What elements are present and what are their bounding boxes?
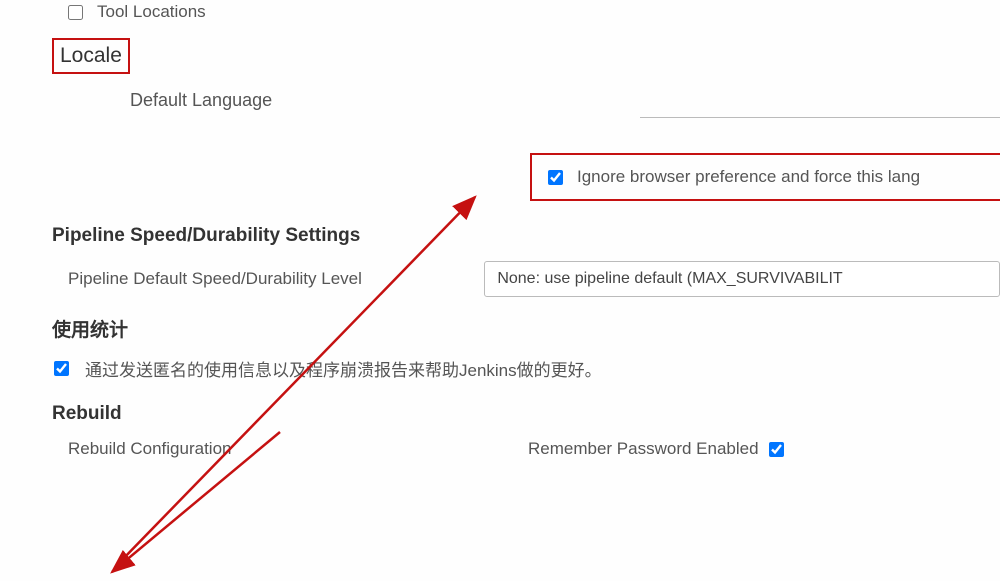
ignore-browser-checkbox[interactable]	[548, 170, 563, 185]
default-language-label: Default Language	[130, 90, 272, 110]
tool-locations-label: Tool Locations	[97, 2, 206, 22]
ignore-browser-highlight: Ignore browser preference and force this…	[530, 153, 1000, 201]
usage-stats-checkbox[interactable]	[54, 361, 69, 376]
rebuild-config-label: Rebuild Configuration	[68, 439, 528, 459]
remember-password-checkbox[interactable]	[769, 442, 784, 457]
default-language-input-extension	[640, 82, 1000, 118]
tool-locations-checkbox[interactable]	[68, 5, 83, 20]
pipeline-level-select[interactable]	[484, 261, 1000, 297]
locale-heading: Locale	[60, 44, 122, 67]
usage-stats-label: 通过发送匿名的使用信息以及程序崩溃报告来帮助Jenkins做的更好。	[85, 356, 602, 381]
ignore-browser-label: Ignore browser preference and force this…	[577, 167, 920, 187]
remember-password-label: Remember Password Enabled	[528, 439, 759, 459]
pipeline-heading: Pipeline Speed/Durability Settings	[52, 225, 1000, 247]
locale-heading-highlight: Locale	[52, 38, 130, 74]
rebuild-heading: Rebuild	[52, 403, 1000, 425]
pipeline-level-label: Pipeline Default Speed/Durability Level	[68, 269, 484, 289]
usage-stats-heading: 使用统计	[52, 315, 1000, 342]
